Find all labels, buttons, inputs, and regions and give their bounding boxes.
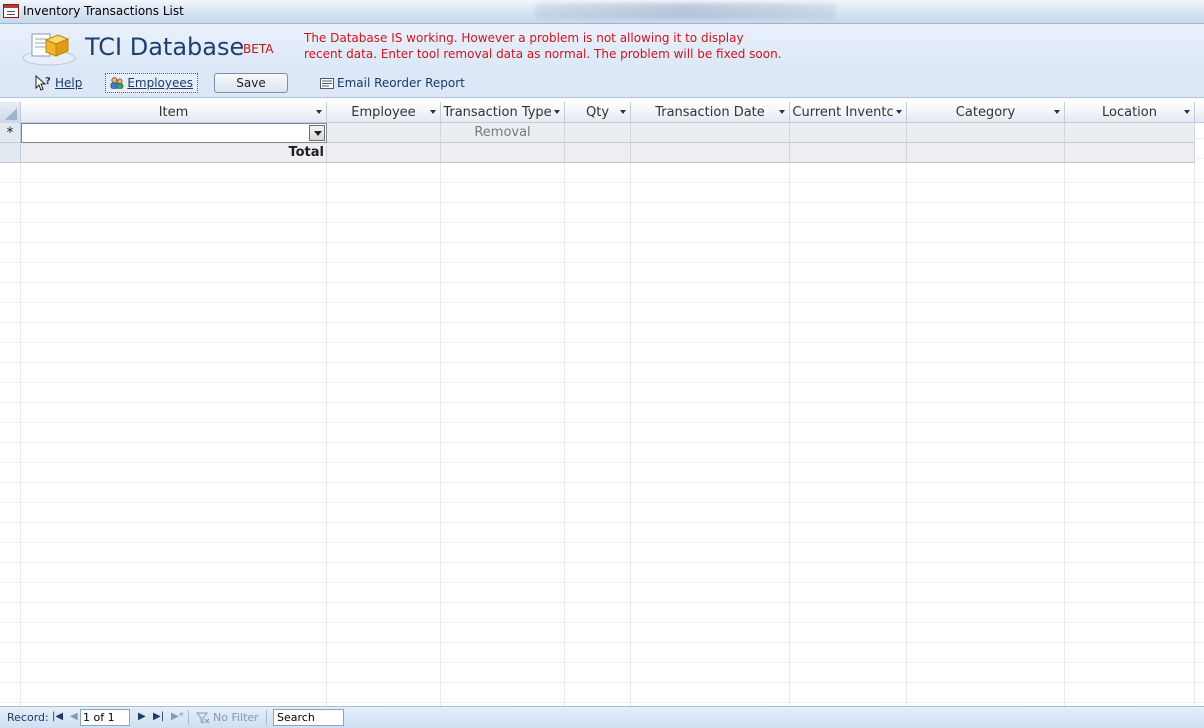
total-cell[interactable] bbox=[790, 143, 907, 163]
grid-column-line bbox=[564, 102, 565, 706]
database-logo-icon bbox=[22, 33, 76, 66]
grid-column-line bbox=[326, 102, 327, 706]
beta-label: BETA bbox=[243, 42, 274, 56]
current-record-field[interactable]: 1 of 1 bbox=[80, 709, 130, 726]
email-reorder-report-button[interactable]: Email Reorder Report bbox=[316, 73, 469, 93]
dropdown-arrow-icon[interactable] bbox=[316, 110, 322, 114]
column-header-qty[interactable]: Qty bbox=[565, 102, 631, 123]
record-navigation-bar: Record: |◀ ◀ 1 of 1 ▶ ▶| ▶* No Filter Se… bbox=[0, 706, 1204, 728]
total-cell[interactable] bbox=[441, 143, 565, 163]
help-pointer-icon: ? bbox=[35, 75, 51, 91]
divider bbox=[266, 710, 267, 725]
svg-text:?: ? bbox=[45, 76, 51, 87]
save-button[interactable]: Save bbox=[214, 73, 288, 93]
total-cell[interactable] bbox=[907, 143, 1065, 163]
next-record-icon[interactable]: ▶ bbox=[138, 711, 146, 722]
column-header-label: Category bbox=[955, 105, 1016, 120]
grid-column-line bbox=[630, 102, 631, 706]
email-reorder-label: Email Reorder Report bbox=[337, 76, 465, 90]
grid-column-line bbox=[789, 102, 790, 706]
grid-column-line bbox=[906, 102, 907, 706]
column-header-label: Item bbox=[158, 105, 189, 120]
combo-dropdown-button[interactable] bbox=[309, 125, 325, 141]
grid-column-line bbox=[1064, 102, 1065, 706]
transactions-datasheet[interactable]: Item Employee Transaction Type Qty Trans… bbox=[0, 102, 1204, 706]
dropdown-arrow-icon[interactable] bbox=[1054, 110, 1060, 114]
column-header-location[interactable]: Location bbox=[1065, 102, 1195, 123]
dropdown-arrow-icon[interactable] bbox=[620, 110, 626, 114]
qty-cell[interactable] bbox=[565, 123, 631, 143]
column-header-label: Transaction Date bbox=[655, 105, 765, 120]
total-cell[interactable] bbox=[327, 143, 441, 163]
window-title-bar: Inventory Transactions List bbox=[0, 0, 1204, 24]
employees-button[interactable]: Employees bbox=[105, 73, 198, 93]
blurred-app-caption bbox=[535, 3, 835, 19]
column-header-item[interactable]: Item bbox=[21, 102, 327, 123]
help-label: Help bbox=[55, 76, 83, 90]
column-header-label: Location bbox=[1102, 105, 1157, 120]
current-inventory-cell[interactable] bbox=[790, 123, 907, 143]
divider bbox=[188, 710, 189, 725]
column-header-label: Employee bbox=[351, 105, 416, 120]
column-header-transaction-date[interactable]: Transaction Date bbox=[631, 102, 790, 123]
window-title: Inventory Transactions List bbox=[23, 4, 184, 18]
total-row: Total bbox=[0, 143, 1204, 163]
employee-cell[interactable] bbox=[327, 123, 441, 143]
filter-label: No Filter bbox=[213, 711, 259, 724]
help-button[interactable]: ? Help bbox=[30, 73, 86, 93]
transaction-type-cell[interactable]: Removal bbox=[441, 123, 565, 143]
people-icon bbox=[110, 77, 124, 89]
employees-label: Employees bbox=[127, 76, 193, 90]
form-header: TCI Database BETA The Database IS workin… bbox=[0, 24, 1204, 68]
grid-column-line bbox=[20, 102, 21, 706]
notice-message: The Database IS working. However a probl… bbox=[304, 31, 782, 61]
total-cell[interactable] bbox=[1065, 143, 1195, 163]
location-cell[interactable] bbox=[1065, 123, 1195, 143]
form-toolbar: ? Help Employees Save Email Reorder Repo… bbox=[0, 68, 1204, 98]
new-record-icon[interactable]: ▶* bbox=[171, 711, 184, 722]
transaction-date-cell[interactable] bbox=[631, 123, 790, 143]
item-combo-box[interactable] bbox=[21, 123, 327, 143]
total-cell[interactable] bbox=[565, 143, 631, 163]
column-header-label: Current Inventc bbox=[792, 105, 894, 120]
total-label: Total bbox=[21, 143, 327, 163]
column-header-employee[interactable]: Employee bbox=[327, 102, 441, 123]
column-header-current-inventory[interactable]: Current Inventc bbox=[790, 102, 907, 123]
column-header-category[interactable]: Category bbox=[907, 102, 1065, 123]
app-title: TCI Database bbox=[85, 33, 245, 61]
total-cell[interactable] bbox=[631, 143, 790, 163]
search-input[interactable]: Search bbox=[273, 709, 344, 726]
new-record-selector[interactable]: * bbox=[0, 123, 21, 143]
dropdown-arrow-icon[interactable] bbox=[1184, 110, 1190, 114]
column-header-label: Transaction Type bbox=[443, 105, 552, 120]
column-header-label: Qty bbox=[585, 105, 610, 120]
dropdown-arrow-icon[interactable] bbox=[554, 110, 560, 114]
record-label: Record: bbox=[7, 711, 49, 724]
report-icon bbox=[320, 77, 334, 89]
dropdown-arrow-icon[interactable] bbox=[430, 110, 436, 114]
category-cell[interactable] bbox=[907, 123, 1065, 143]
select-all-corner[interactable] bbox=[0, 102, 21, 123]
grid-column-line bbox=[440, 102, 441, 706]
new-record-row[interactable]: * Removal bbox=[0, 123, 1204, 143]
previous-record-icon[interactable]: ◀ bbox=[70, 711, 78, 722]
dropdown-arrow-icon[interactable] bbox=[896, 110, 902, 114]
filter-toggle-button[interactable]: No Filter bbox=[196, 711, 259, 724]
total-row-selector bbox=[0, 143, 21, 163]
dropdown-arrow-icon[interactable] bbox=[779, 110, 785, 114]
last-record-icon[interactable]: ▶| bbox=[153, 711, 164, 722]
column-header-row: Item Employee Transaction Type Qty Trans… bbox=[0, 102, 1204, 123]
funnel-icon bbox=[196, 712, 210, 724]
form-icon bbox=[3, 4, 19, 18]
column-header-transaction-type[interactable]: Transaction Type bbox=[441, 102, 565, 123]
first-record-icon[interactable]: |◀ bbox=[52, 711, 63, 722]
grid-column-line bbox=[1194, 102, 1195, 706]
